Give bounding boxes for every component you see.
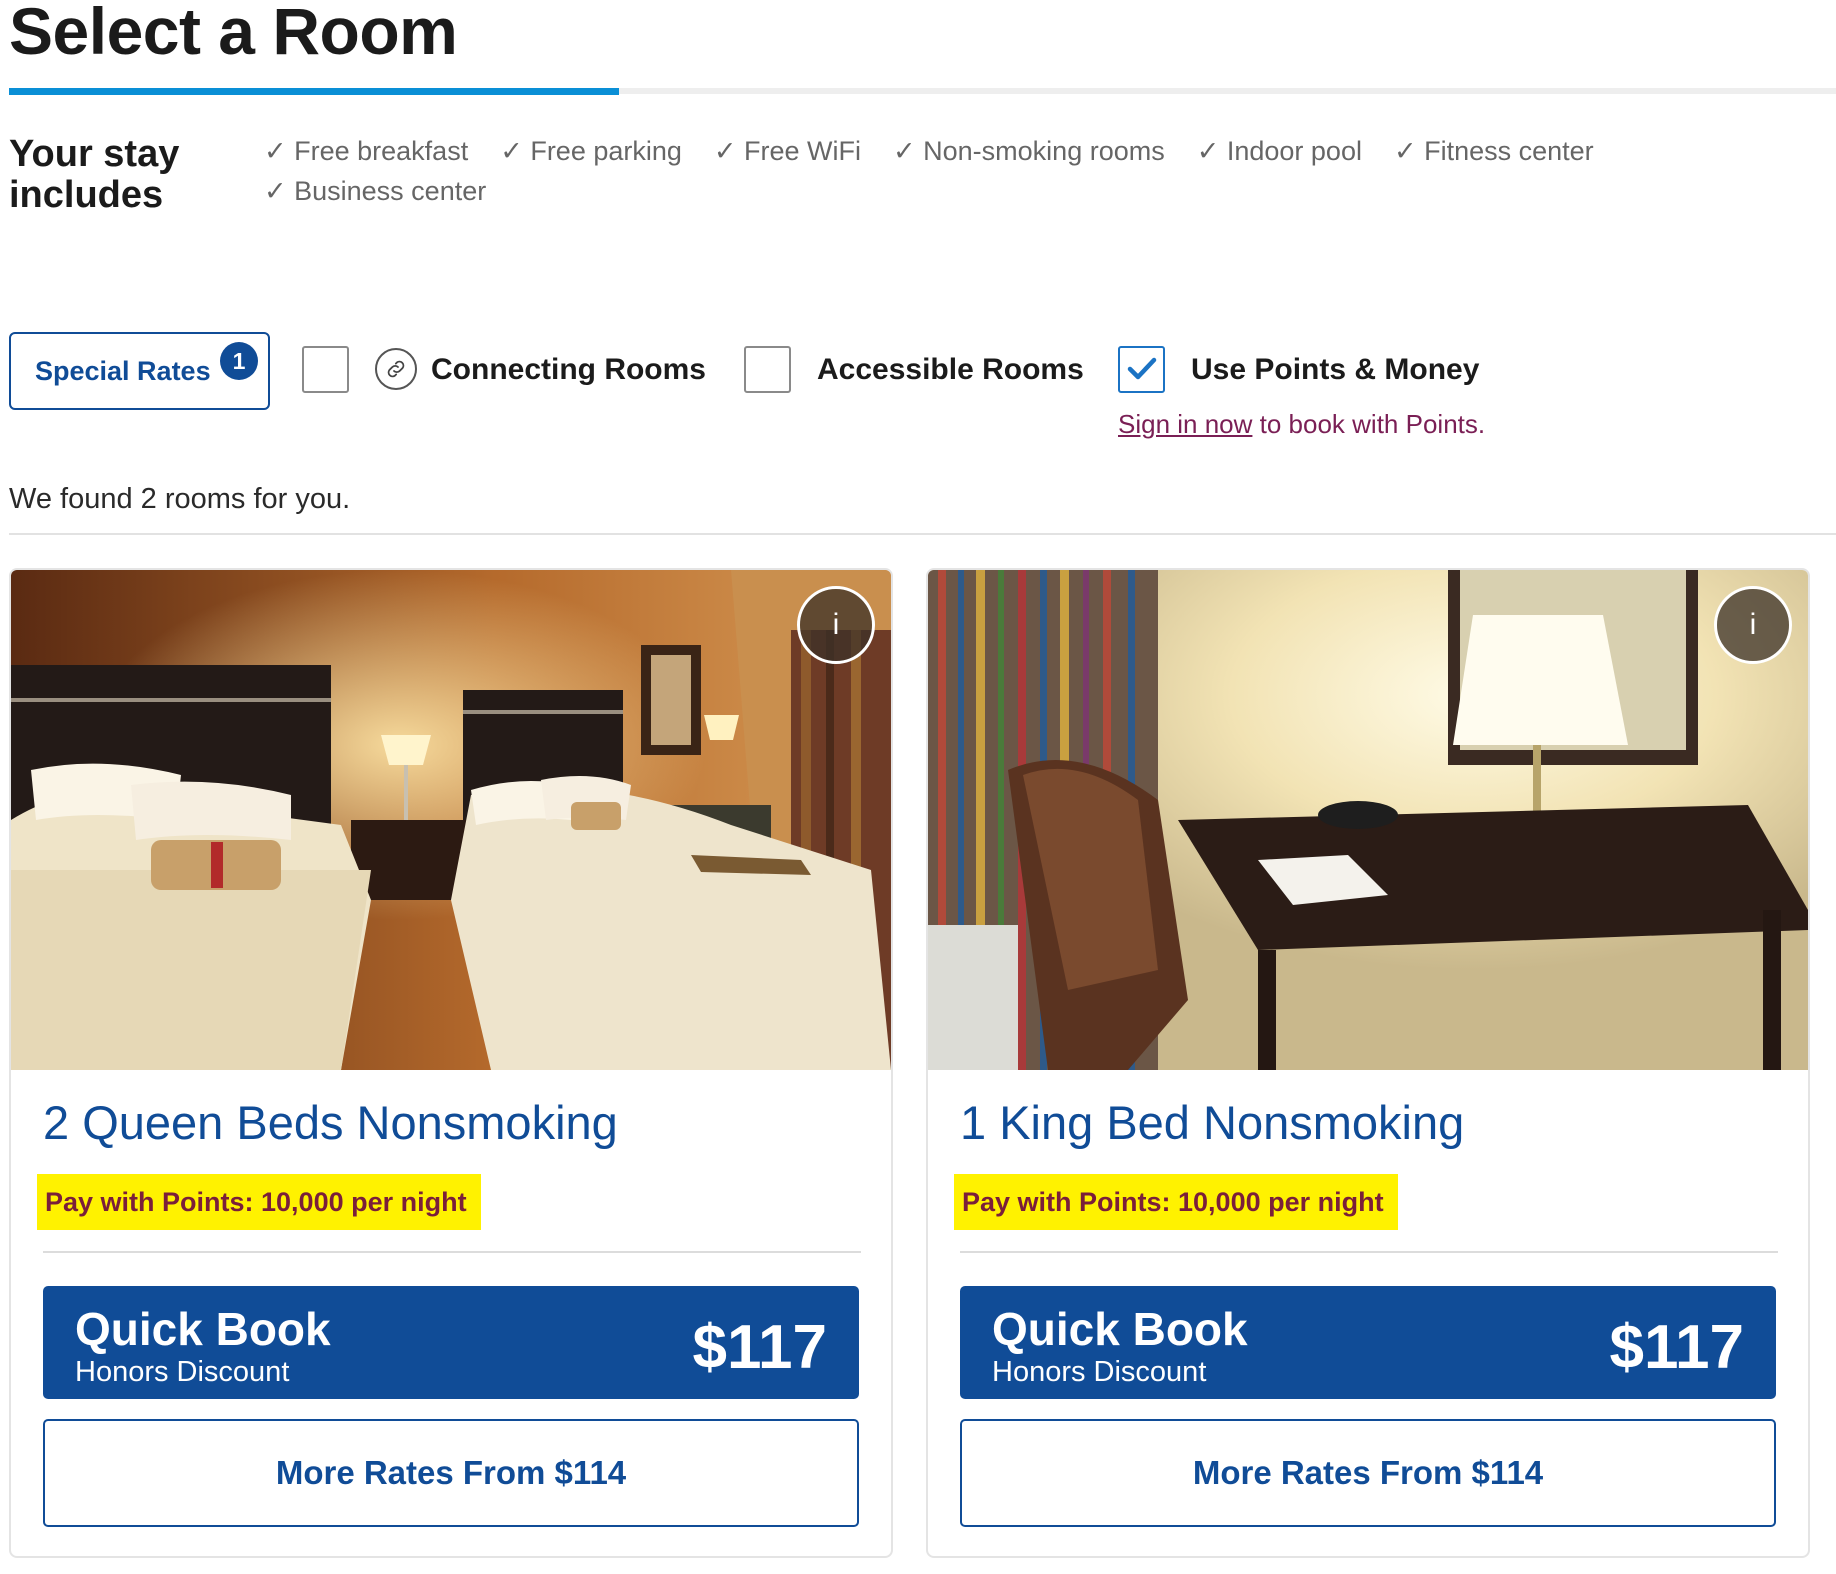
more-rates-button[interactable]: More Rates From $114 (43, 1419, 859, 1527)
room-info-button[interactable]: i (1714, 586, 1792, 664)
connecting-rooms-label[interactable]: Connecting Rooms (431, 355, 706, 385)
rate-price: $117 (692, 1313, 827, 1382)
quick-book-button[interactable]: Quick Book Honors Discount $117 (43, 1286, 859, 1399)
quick-book-button[interactable]: Quick Book Honors Discount $117 (960, 1286, 1776, 1399)
use-points-checkbox[interactable] (1118, 346, 1165, 393)
amenity-item: ✓ Non-smoking rooms (893, 136, 1165, 166)
room-name[interactable]: 1 King Bed Nonsmoking (960, 1095, 1464, 1150)
amenity-item: ✓ Free breakfast (264, 136, 469, 166)
page-title: Select a Room (9, 0, 458, 68)
signin-rest: to book with Points. (1252, 409, 1486, 439)
points-price-badge: Pay with Points: 10,000 per night (37, 1174, 481, 1230)
accessible-rooms-label[interactable]: Accessible Rooms (817, 355, 1084, 385)
room-photo-image (928, 570, 1808, 1070)
quick-book-label: Quick Book (992, 1303, 1248, 1355)
connecting-rooms-checkbox[interactable] (302, 346, 349, 393)
divider (960, 1251, 1778, 1253)
room-photo[interactable]: i (11, 570, 891, 1070)
room-photo[interactable]: i (928, 570, 1808, 1070)
special-rates-label: Special Rates (35, 355, 211, 386)
rate-name: Honors Discount (992, 1356, 1207, 1388)
checkmark-icon (1127, 357, 1157, 380)
amenity-item: ✓ Business center (264, 176, 487, 206)
use-points-label[interactable]: Use Points & Money (1191, 355, 1479, 385)
rate-name: Honors Discount (75, 1356, 290, 1388)
quick-book-label: Quick Book (75, 1303, 331, 1355)
room-photo-image (11, 570, 891, 1070)
amenity-item: ✓ Fitness center (1393, 136, 1594, 166)
stay-includes-heading: Your stay includes (9, 133, 180, 216)
special-rates-count-badge: 1 (220, 342, 258, 380)
room-card: i 2 Queen Beds Nonsmoking Pay with Point… (9, 568, 893, 1558)
more-rates-button[interactable]: More Rates From $114 (960, 1419, 1776, 1527)
room-name[interactable]: 2 Queen Beds Nonsmoking (43, 1095, 618, 1150)
amenity-item: ✓ Indoor pool (1196, 136, 1362, 166)
amenities-list: ✓ Free breakfast ✓ Free parking ✓ Free W… (264, 136, 1684, 206)
signin-link[interactable]: Sign in now (1118, 409, 1252, 439)
link-icon (375, 348, 417, 390)
room-info-button[interactable]: i (797, 586, 875, 664)
amenity-item: ✓ Free parking (500, 136, 682, 166)
accessible-rooms-checkbox[interactable] (744, 346, 791, 393)
amenity-item: ✓ Free WiFi (713, 136, 862, 166)
results-summary: We found 2 rooms for you. (9, 483, 351, 515)
divider (43, 1251, 861, 1253)
rate-price: $117 (1609, 1313, 1744, 1382)
points-price-badge: Pay with Points: 10,000 per night (954, 1174, 1398, 1230)
room-card: i 1 King Bed Nonsmoking Pay with Points:… (926, 568, 1810, 1558)
signin-message: Sign in now to book with Points. (1118, 409, 1485, 440)
title-underline-accent (9, 88, 619, 95)
divider (9, 533, 1836, 535)
